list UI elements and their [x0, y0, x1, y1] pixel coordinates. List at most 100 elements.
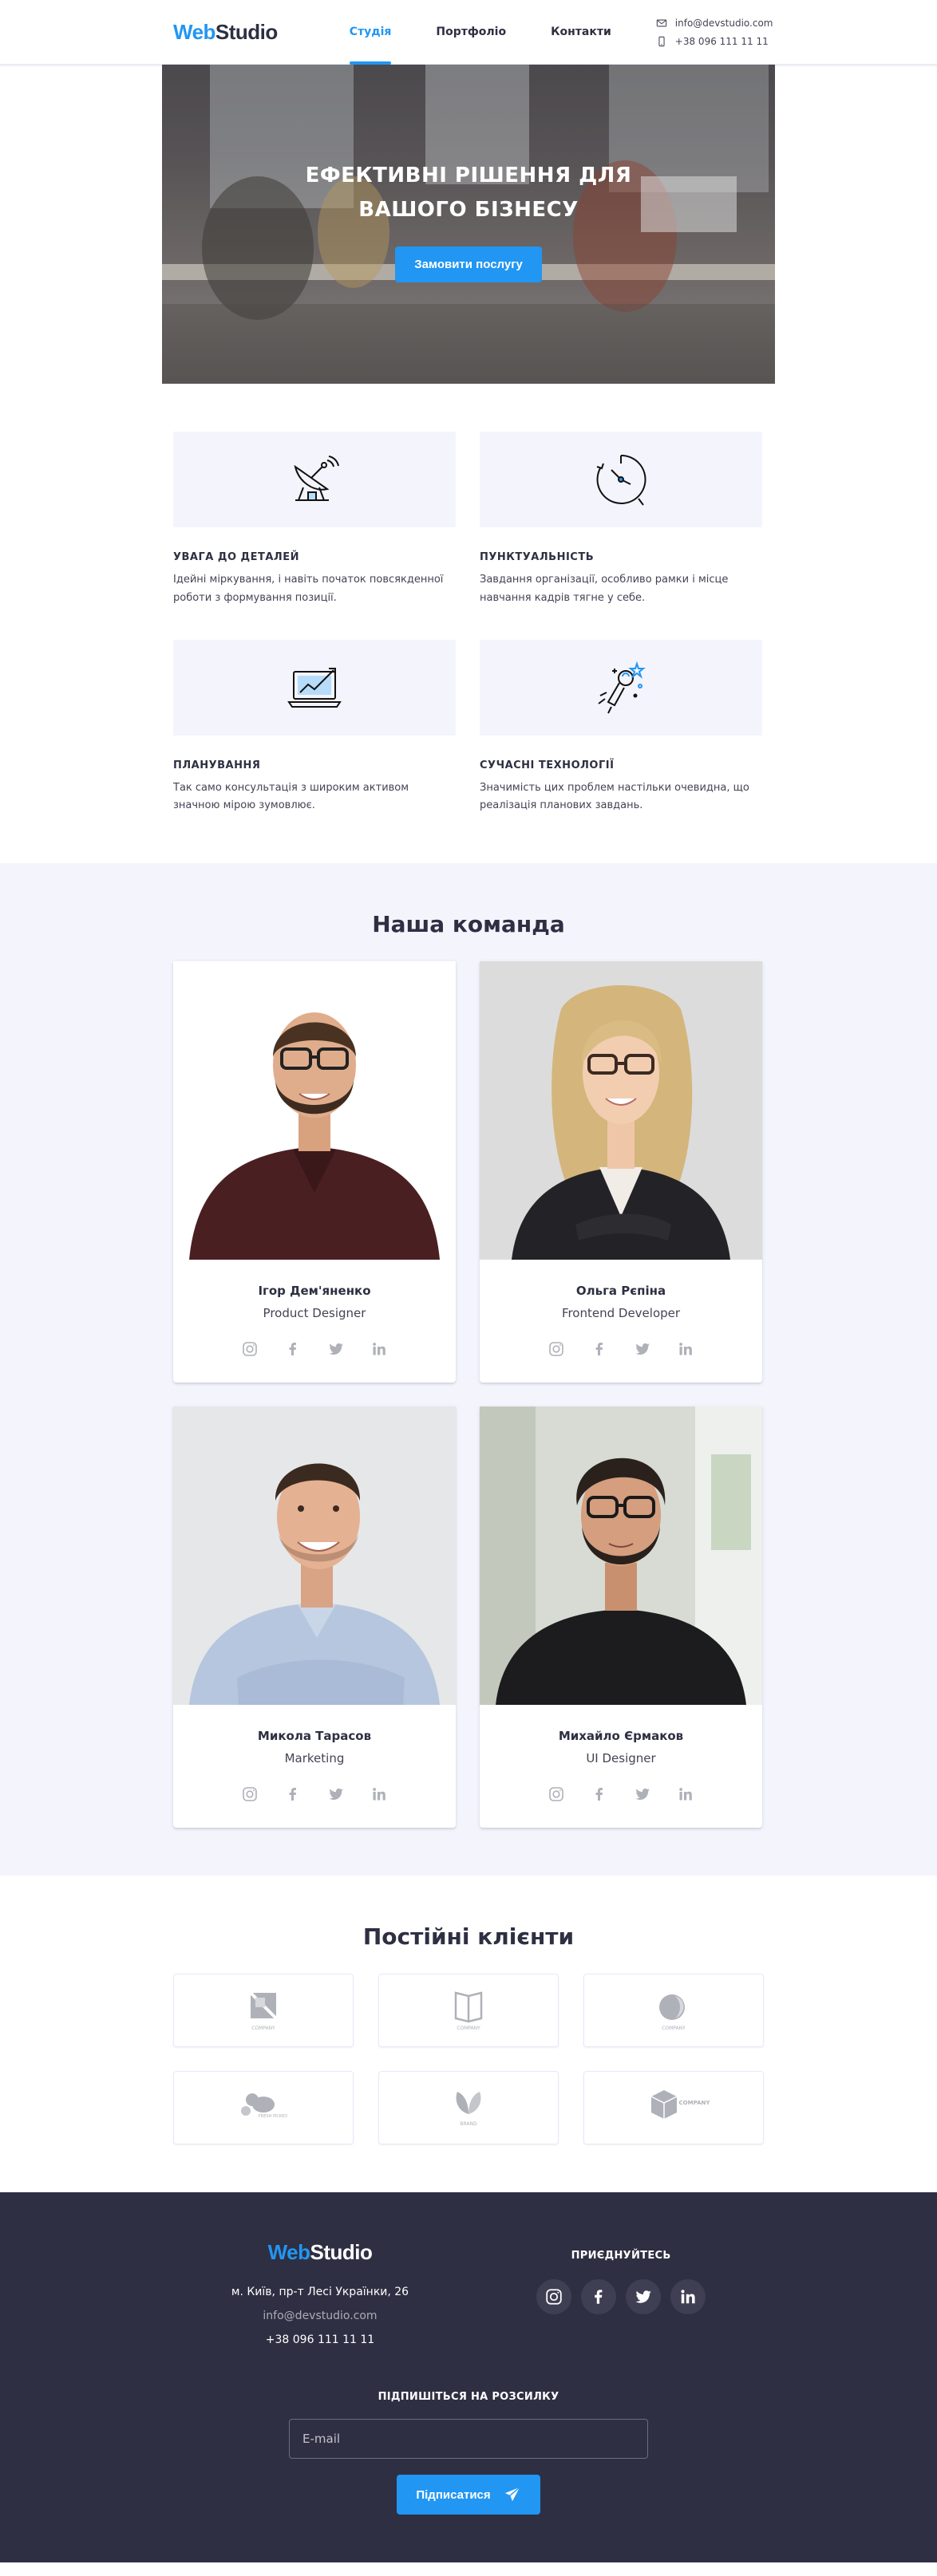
client-logo-leaf-icon: COMPANY — [659, 1994, 686, 2031]
feature-icon-box — [173, 432, 456, 527]
footer-facebook-link[interactable] — [581, 2279, 617, 2314]
facebook-link[interactable] — [590, 1785, 609, 1804]
member-photo — [173, 1406, 456, 1705]
client-logo-plant-icon: BRAND — [456, 2092, 481, 2127]
svg-text:COMPANY: COMPANY — [251, 2026, 275, 2031]
linkedin-link[interactable] — [676, 1339, 695, 1359]
site-header: WebStudio Студія Портфоліо Контакти info… — [0, 0, 937, 65]
satellite-antenna-icon — [294, 456, 339, 501]
client-logo-link[interactable]: BRAND — [378, 2071, 559, 2144]
header-phone-link[interactable]: +38 096 111 11 11 — [656, 36, 773, 47]
logo-secondary: Studio — [215, 19, 278, 44]
footer-twitter-link[interactable] — [626, 2279, 662, 2314]
footer-address: м. Київ, пр-т Лесі Українки, 26 — [231, 2286, 409, 2298]
linkedin-icon — [679, 1788, 692, 1801]
svg-text:COMPANY: COMPANY — [662, 2026, 686, 2031]
header-email: info@devstudio.com — [674, 17, 773, 29]
instagram-link[interactable] — [240, 1785, 259, 1804]
facebook-icon — [289, 1343, 296, 1355]
hero-title: Ефективні рішення для вашого бізнесу — [305, 164, 632, 222]
clients-title: Постійні клієнти — [362, 1923, 575, 1950]
footer-email-link[interactable]: info@devstudio.com — [231, 2310, 409, 2322]
team-title: Наша команда — [372, 911, 565, 937]
linkedin-icon — [373, 1343, 385, 1355]
nav-link-portfolio[interactable]: Портфоліо — [436, 0, 506, 64]
clients-list: COMPANY COMPANY COMPANY FRESH PICKED BRA… — [173, 1974, 764, 2144]
header-phone: +38 096 111 11 11 — [674, 35, 769, 47]
client-logo-link[interactable]: COMPANY — [173, 1974, 354, 2047]
features-list: Увага до деталей Ідейні міркування, і на… — [173, 432, 764, 815]
linkedin-link[interactable] — [370, 1339, 389, 1359]
footer-linkedin-link[interactable] — [670, 2279, 706, 2314]
linkedin-link[interactable] — [370, 1785, 389, 1804]
logo[interactable]: WebStudio — [173, 20, 278, 45]
instagram-link[interactable] — [240, 1339, 259, 1359]
feature-icon-box — [173, 639, 456, 736]
footer-socials — [536, 2279, 706, 2314]
twitter-link[interactable] — [326, 1339, 346, 1359]
facebook-icon — [595, 2290, 603, 2304]
laptop-chart-icon — [287, 667, 342, 708]
member-socials — [492, 1339, 749, 1359]
facebook-link[interactable] — [283, 1339, 302, 1359]
nav-link-studio[interactable]: Студія — [349, 0, 391, 65]
linkedin-icon — [373, 1788, 385, 1801]
svg-text:FRESH PICKED: FRESH PICKED — [259, 2114, 287, 2119]
member-name: Михайло Єрмаков — [558, 1729, 684, 1743]
member-role: UI Designer — [586, 1751, 656, 1765]
twitter-link[interactable] — [633, 1785, 652, 1804]
footer-logo-secondary: Studio — [310, 2240, 373, 2264]
subscribe-form: Підпишіться на розсилку Підписатися — [173, 2391, 764, 2515]
order-service-button[interactable]: Замовити послугу — [395, 246, 542, 282]
client-logo-link[interactable]: COMPANY — [378, 1974, 559, 2047]
team-card: Ольга Рєпіна Frontend Developer — [480, 961, 762, 1383]
twitter-link[interactable] — [633, 1339, 652, 1359]
nav-link-contacts[interactable]: Контакти — [551, 0, 611, 64]
feature-title: Увага до деталей — [173, 551, 299, 563]
feature-icon-box — [480, 432, 762, 527]
feature-title: Пунктуальність — [480, 551, 595, 563]
linkedin-icon — [679, 1343, 692, 1355]
subscribe-button[interactable]: Підписатися — [397, 2475, 540, 2515]
facebook-link[interactable] — [283, 1785, 302, 1804]
client-logo-link[interactable]: FRESH PICKED — [173, 2071, 354, 2144]
footer-instagram-link[interactable] — [536, 2279, 572, 2314]
subscribe-title: Підпишіться на розсилку — [378, 2391, 559, 2403]
astronaut-rocket-icon — [598, 661, 646, 713]
header-contacts: info@devstudio.com +38 096 111 11 11 — [656, 18, 773, 47]
footer-phone-link[interactable]: +38 096 111 11 11 — [231, 2333, 409, 2346]
instagram-icon — [546, 2289, 562, 2305]
instagram-link[interactable] — [547, 1339, 566, 1359]
feature-item: Планування Так само консультація з широк… — [173, 639, 456, 816]
instagram-icon — [243, 1342, 257, 1356]
subscribe-button-label: Підписатися — [416, 2487, 491, 2502]
feature-item: Увага до деталей Ідейні міркування, і на… — [173, 432, 456, 608]
member-name: Ольга Рєпіна — [575, 1284, 666, 1298]
linkedin-link[interactable] — [676, 1785, 695, 1804]
twitter-icon — [635, 2290, 651, 2303]
team-section: Наша команда Ігор Дем'яненко Product Des… — [0, 863, 937, 1876]
phone-icon — [658, 36, 665, 46]
paper-plane-icon — [504, 2487, 520, 2502]
twitter-icon — [635, 1788, 650, 1800]
svg-text:COMPANY: COMPANY — [457, 2026, 480, 2031]
header-email-link[interactable]: info@devstudio.com — [656, 18, 773, 29]
feature-item: Сучасні технології Значимість цих пробле… — [480, 639, 762, 816]
facebook-link[interactable] — [590, 1339, 609, 1359]
twitter-icon — [635, 1343, 650, 1355]
client-logo-link[interactable]: COMPANY — [583, 2071, 764, 2144]
client-logo-link[interactable]: COMPANY — [583, 1974, 764, 2047]
team-list: Ігор Дем'яненко Product Designer Ольга Р… — [173, 961, 764, 1828]
feature-text: Значимість цих проблем настільки очевидн… — [480, 781, 749, 812]
subscribe-email-input[interactable] — [289, 2419, 648, 2459]
facebook-icon — [595, 1788, 603, 1801]
feature-title: Планування — [173, 759, 261, 771]
feature-text: Завдання організації, особливо рамки і м… — [480, 574, 729, 604]
member-socials — [186, 1339, 443, 1359]
member-role: Marketing — [284, 1751, 345, 1765]
feature-text: Так само консультація з широким активом … — [173, 781, 409, 812]
instagram-link[interactable] — [547, 1785, 566, 1804]
join-title: Приєднуйтесь — [571, 2250, 671, 2262]
twitter-link[interactable] — [326, 1785, 346, 1804]
footer-logo[interactable]: WebStudio — [268, 2240, 373, 2264]
